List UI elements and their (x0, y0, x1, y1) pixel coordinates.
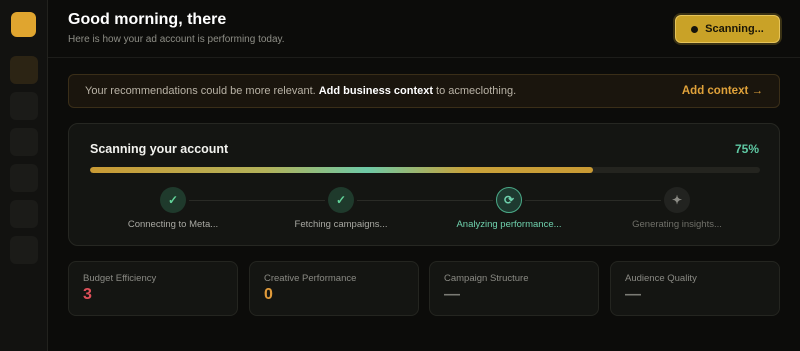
metric-value: — (625, 286, 641, 303)
metric-label: Creative Performance (264, 273, 357, 284)
header-divider (48, 57, 800, 58)
metric-label: Campaign Structure (444, 273, 529, 284)
metric-value: 0 (264, 286, 273, 303)
sidebar-item-6[interactable] (10, 236, 38, 264)
step-connector (189, 200, 325, 201)
scanning-button[interactable]: Scanning... (675, 15, 780, 43)
status-dot-icon (691, 25, 699, 33)
banner-text: Your recommendations could be more relev… (85, 85, 316, 97)
step-label: Analyzing performance... (456, 219, 562, 230)
step-connector (357, 200, 493, 201)
check-icon: ✓ (328, 187, 354, 213)
banner-text-after: to acmeclothing. (436, 85, 517, 97)
scanning-button-label: Scanning... (705, 23, 764, 35)
metric-label: Budget Efficiency (83, 273, 157, 284)
step-label: Generating insights... (632, 219, 722, 230)
page-subtitle: Here is how your ad account is performin… (68, 34, 285, 45)
check-icon: ✓ (160, 187, 186, 213)
metric-card[interactable]: Budget Efficiency 3 (68, 261, 238, 316)
app-logo[interactable] (11, 12, 36, 37)
sidebar (0, 0, 48, 351)
step-connector (525, 200, 661, 201)
step-label: Fetching campaigns... (294, 219, 388, 230)
add-context-link[interactable]: Add context → (682, 85, 763, 97)
metric-label: Audience Quality (625, 273, 697, 284)
sidebar-item-2[interactable] (10, 92, 38, 120)
metric-card[interactable]: Campaign Structure — (429, 261, 599, 316)
page-title: Good morning, there (68, 11, 227, 28)
metric-card[interactable]: Audience Quality — (610, 261, 780, 316)
sidebar-item-4[interactable] (10, 164, 38, 192)
progress-bar (90, 167, 760, 173)
step-label: Connecting to Meta... (127, 219, 219, 230)
metric-card[interactable]: Creative Performance 0 (249, 261, 419, 316)
scan-panel: Scanning your account 75% ✓ Connecting to… (68, 123, 780, 246)
context-banner: Your recommendations could be more relev… (68, 74, 780, 108)
refresh-icon: ⟳ (496, 187, 522, 213)
sidebar-item-home[interactable] (10, 56, 38, 84)
scan-title: Scanning your account (90, 142, 229, 156)
scan-percent: 75% (734, 142, 759, 156)
sidebar-item-3[interactable] (10, 128, 38, 156)
metric-value: — (444, 286, 460, 303)
sparkle-icon: ✦ (664, 187, 690, 213)
banner-highlight: Add business context (318, 85, 434, 97)
progress-fill (90, 167, 593, 173)
sidebar-item-5[interactable] (10, 200, 38, 228)
metric-value: 3 (83, 286, 92, 303)
